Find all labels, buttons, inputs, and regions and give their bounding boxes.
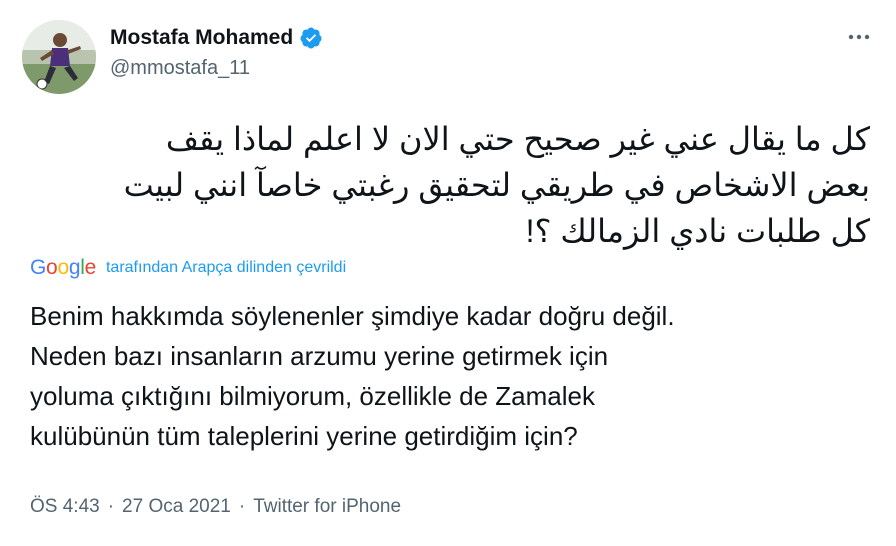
tweet-card: Mostafa Mohamed @mmostafa_11 كل ما يقال … (0, 0, 896, 546)
player-photo-avatar (22, 20, 96, 94)
google-logo: Google (30, 256, 96, 279)
meta-separator: · (238, 496, 246, 517)
verified-badge-icon (299, 26, 323, 50)
avatar[interactable] (22, 20, 96, 94)
more-options-button[interactable] (844, 22, 874, 52)
tweet-date[interactable]: 27 Oca 2021 (122, 496, 231, 518)
tweet-original-text: كل ما يقال عني غير صحيح حتي الان لا اعلم… (123, 121, 870, 249)
meta-separator: · (107, 496, 115, 517)
translation-attribution: Google tarafından Arapça dilinden çevril… (30, 256, 346, 280)
more-horizontal-icon (848, 34, 870, 40)
tweet-translated-text: Benim hakkımda söylenenler şimdiye kadar… (30, 301, 675, 451)
tweet-metadata: ÖS 4:43 · 27 Oca 2021 · Twitter for iPho… (30, 496, 401, 518)
tweet-time[interactable]: ÖS 4:43 (30, 496, 100, 518)
author-handle[interactable]: @mmostafa_11 (110, 57, 250, 80)
author-display-name[interactable]: Mostafa Mohamed (110, 26, 293, 50)
translation-label-link[interactable]: tarafından Arapça dilinden çevrildi (106, 259, 346, 277)
author-name-row: Mostafa Mohamed (110, 26, 323, 50)
tweet-source[interactable]: Twitter for iPhone (253, 496, 401, 518)
